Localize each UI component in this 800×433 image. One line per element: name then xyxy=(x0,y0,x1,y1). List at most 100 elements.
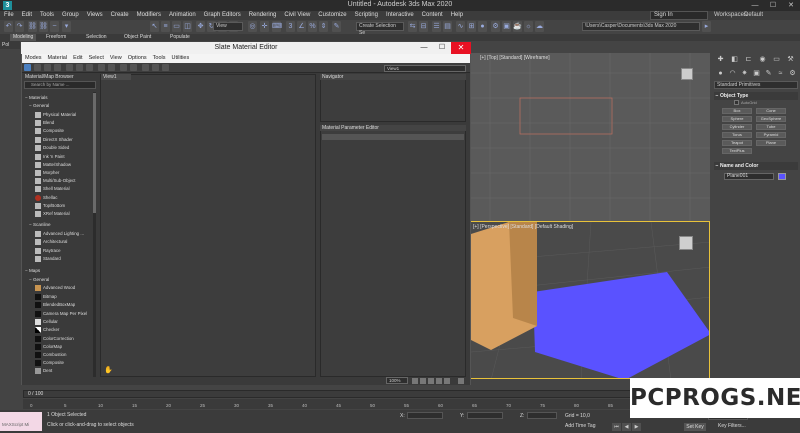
lights-icon[interactable]: ✷ xyxy=(740,69,749,78)
zoom-dropdown[interactable]: 100% xyxy=(386,377,408,384)
workspaces-dropdown[interactable]: Default xyxy=(744,11,763,20)
parameter-editor-icon[interactable] xyxy=(152,64,159,71)
top-viewport-label[interactable]: [+] [Top] [Standard] [Wireframe] xyxy=(480,55,550,61)
viewport-top[interactable]: [+] [Top] [Standard] [Wireframe] xyxy=(470,53,710,221)
ribbon-tab-modeling[interactable]: Modeling xyxy=(10,34,37,41)
object-name-input[interactable]: Plane001 xyxy=(724,173,774,180)
object-color-swatch[interactable] xyxy=(778,173,786,180)
viewport-perspective[interactable]: [+] [Perspective] [Standard] [Default Sh… xyxy=(470,221,710,379)
systems-icon[interactable]: ⚙ xyxy=(788,69,797,78)
slate-menu-view[interactable]: View xyxy=(107,54,125,63)
ribbon-tab-freeform[interactable]: Freeform xyxy=(46,34,66,41)
viewcube-icon[interactable] xyxy=(681,68,693,80)
view-tab[interactable]: View1 xyxy=(101,74,131,80)
slate-minimize-button[interactable]: — xyxy=(415,42,433,54)
list-item[interactable]: Physical Material xyxy=(34,111,94,119)
menu-content[interactable]: Content xyxy=(418,11,447,20)
menu-modifiers[interactable]: Modifiers xyxy=(133,11,165,20)
pyramid-button[interactable]: Pyramid xyxy=(756,132,786,138)
list-item[interactable]: Matte/Shadow xyxy=(34,161,94,169)
key-filters-button[interactable]: Key Filters... xyxy=(718,423,746,431)
utilities-tab-icon[interactable]: ⚒ xyxy=(786,55,795,64)
previous-frame-icon[interactable]: ◀ xyxy=(622,423,631,431)
material-parameter-editor-panel[interactable] xyxy=(320,125,466,377)
selection-filter-icon[interactable]: ▾ xyxy=(62,21,71,32)
menu-views[interactable]: Views xyxy=(83,11,107,20)
rect-selection-icon[interactable]: ▭ xyxy=(172,21,181,32)
list-item[interactable]: Composite xyxy=(34,359,94,367)
reference-coordinate-dropdown[interactable]: View xyxy=(213,22,243,31)
go-to-start-icon[interactable]: ⏮ xyxy=(612,423,621,431)
slate-menu-edit[interactable]: Edit xyxy=(70,54,85,63)
shapes-icon[interactable]: ◠ xyxy=(728,69,737,78)
zoom-region-icon[interactable] xyxy=(428,378,434,384)
slate-menu-options[interactable]: Options xyxy=(125,54,150,63)
keyboard-shortcut-icon[interactable]: ⌨ xyxy=(272,21,282,32)
render-production-icon[interactable]: ☕ xyxy=(513,21,522,32)
put-to-scene-icon[interactable] xyxy=(44,64,51,71)
plane-button[interactable]: Plane xyxy=(756,140,786,146)
menu-animation[interactable]: Animation xyxy=(165,11,200,20)
sphere-button[interactable]: Sphere xyxy=(722,116,752,122)
menu-create[interactable]: Create xyxy=(107,11,133,20)
zoom-extents-icon[interactable] xyxy=(436,378,442,384)
pivot-center-icon[interactable]: ◎ xyxy=(248,21,257,32)
named-selection-icon[interactable]: ✎ xyxy=(332,21,341,32)
name-and-color-rollout[interactable]: − Name and Color xyxy=(714,162,798,170)
list-item[interactable]: Raytrace xyxy=(34,247,94,255)
list-item[interactable]: Cellular xyxy=(34,318,94,326)
browser-search-input[interactable]: Search by Name ... xyxy=(24,81,96,89)
snap-toggle-icon[interactable]: 3 xyxy=(286,21,295,32)
render-iterative-icon[interactable]: ☼ xyxy=(524,21,533,32)
cylinder-button[interactable]: Cylinder xyxy=(722,124,752,130)
menu-scripting[interactable]: Scripting xyxy=(351,11,382,20)
list-item[interactable]: Shellac xyxy=(34,194,94,202)
menu-graph-editors[interactable]: Graph Editors xyxy=(200,11,245,20)
material-map-browser-icon[interactable] xyxy=(142,64,149,71)
unlink-icon[interactable]: ⛓ xyxy=(39,21,48,32)
y-coord-field[interactable] xyxy=(467,412,503,419)
layout-all-icon[interactable] xyxy=(120,64,127,71)
list-item[interactable]: ColorCorrection xyxy=(34,335,94,343)
pan-icon[interactable] xyxy=(412,378,418,384)
slate-menu-tools[interactable]: Tools xyxy=(150,54,169,63)
general-group[interactable]: − General xyxy=(29,102,49,109)
slate-menu-modes[interactable]: Modes xyxy=(22,54,45,63)
view-panel[interactable] xyxy=(100,74,316,377)
maximize-view-icon[interactable] xyxy=(458,378,464,384)
primitive-type-dropdown[interactable]: Standard Primitives xyxy=(714,81,798,89)
set-key-button[interactable]: Set Key xyxy=(684,423,706,431)
toggle-ribbon-icon[interactable]: ▤ xyxy=(443,21,452,32)
viewcube-icon[interactable] xyxy=(679,236,693,250)
show-background-icon[interactable] xyxy=(108,64,115,71)
redo-icon[interactable]: ↷ xyxy=(15,21,24,32)
rendered-frame-window-icon[interactable]: ▣ xyxy=(502,21,511,32)
list-item[interactable]: Bitmap xyxy=(34,293,94,301)
percent-snap-icon[interactable]: % xyxy=(308,21,317,32)
menu-tools[interactable]: Tools xyxy=(36,11,58,20)
minimize-button[interactable]: — xyxy=(746,0,764,11)
select-by-name-icon[interactable]: ≡ xyxy=(161,21,170,32)
slate-maximize-button[interactable]: ☐ xyxy=(433,42,451,54)
browser-scrollbar-thumb[interactable] xyxy=(93,93,96,213)
list-item[interactable]: Multi/Sub-Object xyxy=(34,177,94,185)
ribbon-tab-populate[interactable]: Populate xyxy=(170,34,190,41)
menu-customize[interactable]: Customize xyxy=(314,11,350,20)
time-slider[interactable] xyxy=(23,390,713,398)
select-object-icon[interactable]: ↖ xyxy=(150,21,159,32)
maxscript-listener[interactable]: MAXScript Mi xyxy=(0,412,42,431)
scanline-group[interactable]: − Scanline xyxy=(29,221,51,228)
add-time-tag[interactable]: Add Time Tag xyxy=(565,423,595,429)
object-type-rollout[interactable]: − Object Type xyxy=(714,92,798,100)
select-manipulate-icon[interactable]: ✛ xyxy=(260,21,269,32)
modify-tab-icon[interactable]: ◧ xyxy=(730,55,739,64)
window-crossing-icon[interactable]: ◫ xyxy=(183,21,192,32)
angle-snap-icon[interactable]: ∠ xyxy=(297,21,306,32)
list-item[interactable]: Camera Map Per Pixel xyxy=(34,310,94,318)
list-item[interactable]: Advanced Wood xyxy=(34,284,94,292)
list-item[interactable]: Combustion xyxy=(34,351,94,359)
create-tab-icon[interactable]: ✚ xyxy=(716,55,725,64)
helpers-icon[interactable]: ✎ xyxy=(764,69,773,78)
menu-help[interactable]: Help xyxy=(447,11,467,20)
list-item[interactable]: Top/Bottom xyxy=(34,202,94,210)
